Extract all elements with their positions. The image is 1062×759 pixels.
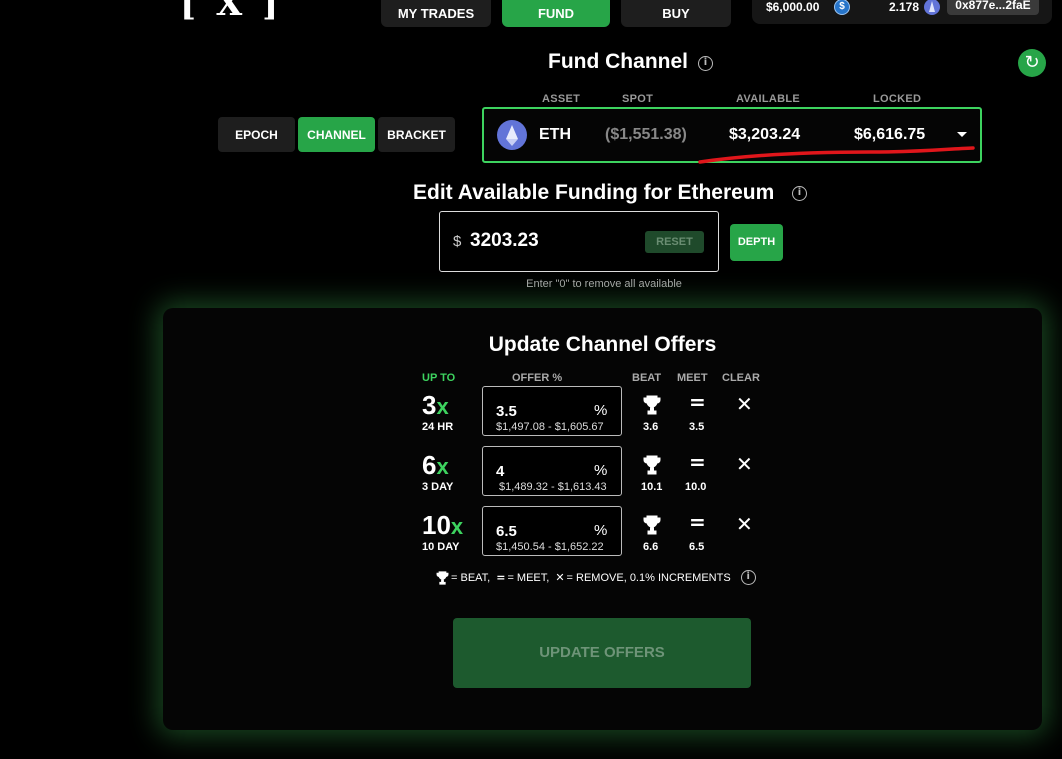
- wallet-address-button[interactable]: 0x877e...2faE: [947, 0, 1039, 15]
- col-header-locked: LOCKED: [873, 93, 922, 105]
- depth-button[interactable]: DEPTH: [730, 224, 783, 261]
- mode-epoch-button[interactable]: EPOCH: [218, 117, 295, 152]
- beat-value: 10.1: [641, 481, 663, 493]
- asset-symbol: ETH: [539, 126, 571, 143]
- offer-percent-sign: %: [594, 522, 608, 539]
- trophy-icon[interactable]: [643, 395, 661, 415]
- beat-header: BEAT: [632, 372, 662, 384]
- offer-value[interactable]: 3.5: [496, 403, 517, 420]
- equals-icon[interactable]: =: [689, 390, 706, 414]
- meet-header: MEET: [677, 372, 708, 384]
- offers-title: Update Channel Offers: [488, 333, 717, 356]
- multiplier-label: 3x: [422, 390, 449, 420]
- meet-value: 6.5: [689, 541, 705, 553]
- legend-beat: = BEAT,: [451, 571, 491, 584]
- multiplier-label: 10x: [422, 510, 464, 540]
- mode-channel-button[interactable]: CHANNEL: [298, 117, 375, 152]
- offer-pct-header: OFFER %: [512, 372, 563, 384]
- wallet-bar: $6,000.00 $ 2.178 0x877e...2faE: [752, 0, 1052, 24]
- edit-funding-title: Edit Available Funding for Ethereum: [413, 181, 775, 204]
- nav-my-trades-button[interactable]: MY TRADES: [381, 0, 491, 27]
- reset-button[interactable]: RESET: [645, 231, 704, 253]
- equals-icon[interactable]: =: [689, 450, 706, 474]
- col-header-spot: SPOT: [622, 93, 654, 105]
- offer-price-range: $1,497.08 - $1,605.67: [496, 421, 604, 433]
- update-offers-button[interactable]: UPDATE OFFERS: [453, 618, 751, 688]
- duration-label: 10 DAY: [422, 541, 460, 553]
- mode-bracket-button[interactable]: BRACKET: [378, 117, 455, 152]
- clear-header: CLEAR: [722, 372, 760, 384]
- beat-value: 3.6: [643, 421, 659, 433]
- ethereum-icon: [497, 120, 527, 150]
- trophy-icon[interactable]: [643, 455, 661, 475]
- close-icon: ✕: [555, 571, 565, 584]
- duration-label: 3 DAY: [422, 481, 454, 493]
- col-header-asset: ASSET: [542, 93, 581, 105]
- duration-label: 24 HR: [422, 421, 454, 433]
- trophy-icon[interactable]: [643, 515, 661, 535]
- offer-percent-sign: %: [594, 402, 608, 419]
- eth-balance: 2.178: [889, 0, 920, 14]
- clear-icon[interactable]: ✕: [736, 392, 753, 416]
- edit-funding-info-icon[interactable]: i: [792, 186, 807, 201]
- nav-buy-button[interactable]: BUY: [621, 0, 731, 27]
- eth-icon: [924, 0, 940, 15]
- currency-symbol: $: [453, 233, 462, 250]
- offers-legend: = BEAT, = = MEET, ✕ = REMOVE, 0.1% INCRE…: [436, 570, 756, 585]
- offer-percent-sign: %: [594, 462, 608, 479]
- usdc-icon: $: [834, 0, 850, 15]
- multiplier-label: 6x: [422, 450, 449, 480]
- offer-price-range: $1,450.54 - $1,652.22: [496, 541, 604, 553]
- offer-value[interactable]: 4: [496, 463, 504, 480]
- fund-channel-title: Fund Channel: [548, 50, 688, 73]
- usd-balance: $6,000.00: [766, 0, 820, 14]
- fund-channel-info-icon[interactable]: i: [698, 56, 713, 71]
- nav-fund-button[interactable]: FUND: [502, 0, 610, 27]
- red-underline-annotation: [698, 146, 975, 164]
- funding-hint: Enter "0" to remove all available: [526, 278, 682, 290]
- col-header-available: AVAILABLE: [736, 93, 801, 105]
- refresh-icon[interactable]: ↻: [1018, 49, 1046, 77]
- equals-icon[interactable]: =: [689, 510, 706, 534]
- chevron-down-icon[interactable]: [957, 132, 967, 137]
- trophy-icon: [436, 570, 449, 585]
- spot-price: ($1,551.38): [605, 126, 687, 143]
- clear-icon[interactable]: ✕: [736, 512, 753, 536]
- up-to-header: UP TO: [422, 372, 456, 384]
- offer-price-range: $1,489.32 - $1,613.43: [499, 481, 607, 493]
- beat-value: 6.6: [643, 541, 659, 553]
- legend-remove: = REMOVE, 0.1% INCREMENTS: [566, 571, 731, 584]
- legend-meet: = MEET,: [507, 571, 550, 584]
- funding-input-value[interactable]: 3203.23: [470, 230, 539, 252]
- legend-info-icon[interactable]: i: [740, 570, 756, 585]
- clear-icon[interactable]: ✕: [736, 452, 753, 476]
- app-logo[interactable]: [ X ]: [180, 0, 282, 24]
- meet-value: 10.0: [685, 481, 707, 493]
- equals-icon: =: [496, 571, 506, 584]
- meet-value: 3.5: [689, 421, 705, 433]
- offer-value[interactable]: 6.5: [496, 523, 517, 540]
